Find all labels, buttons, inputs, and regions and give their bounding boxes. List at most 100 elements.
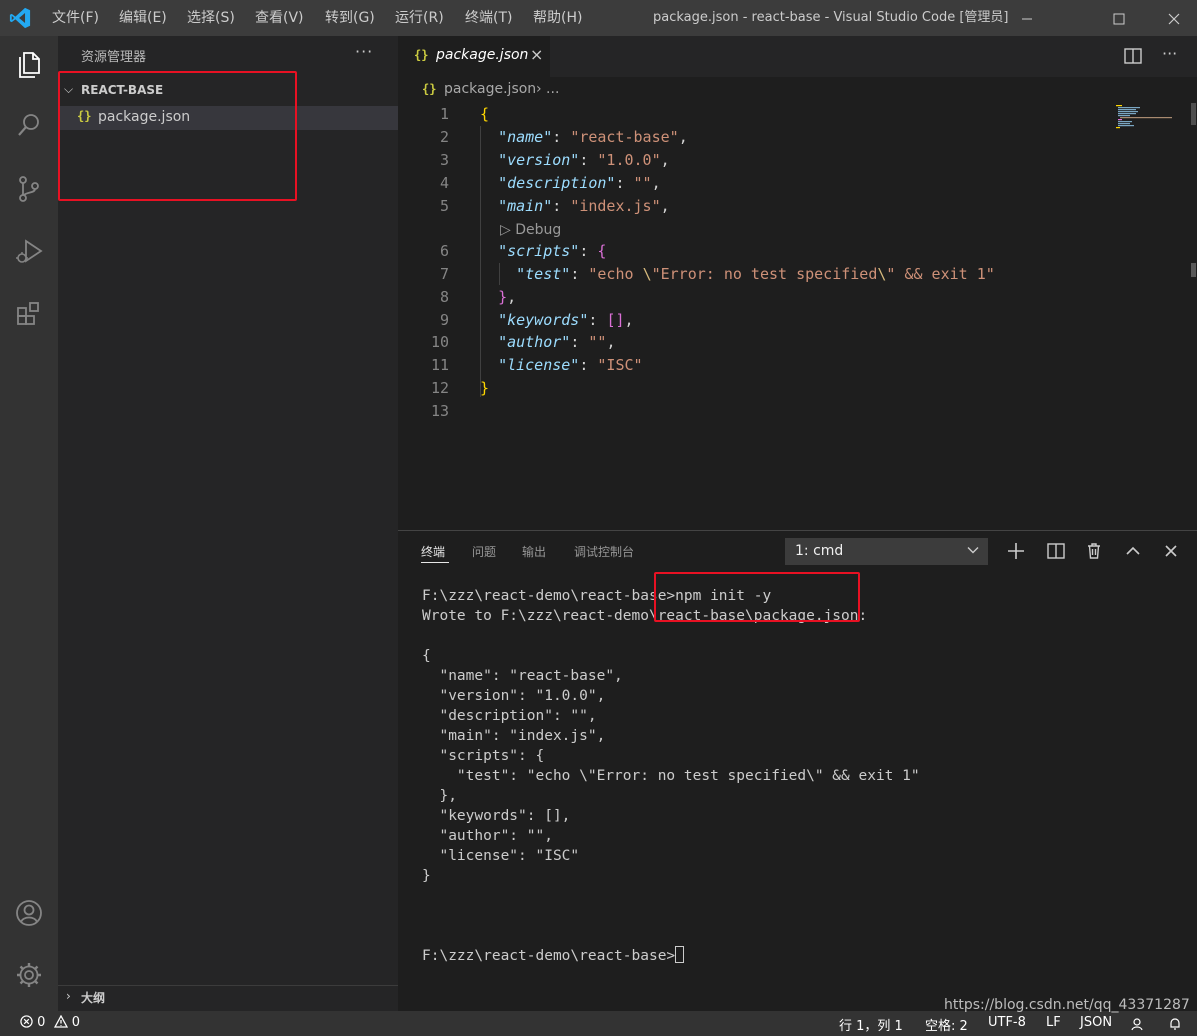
code-line: "test": "echo \"Error: no test specified…	[516, 265, 995, 283]
activity-manage[interactable]	[0, 950, 58, 1000]
notifications-icon[interactable]	[1168, 1017, 1182, 1031]
close-window-button[interactable]	[1151, 0, 1197, 36]
line-number: 3	[439, 151, 449, 169]
activity-accounts[interactable]	[0, 888, 58, 938]
line-number: 13	[430, 402, 449, 420]
code-editor[interactable]: 1 2 3 4 5 6 7 8 9 10 11 12 13 { "name": …	[398, 103, 1197, 530]
menu-view[interactable]: 查看(V)	[255, 0, 304, 36]
tab-terminal[interactable]: 终端	[421, 543, 445, 560]
code-line: "keywords": [],	[498, 311, 634, 329]
kill-terminal-button[interactable]	[1083, 540, 1105, 562]
breadcrumb: {} package.json › ...	[398, 77, 1197, 103]
chevron-down-icon	[967, 547, 979, 554]
error-count: 0	[37, 1015, 46, 1030]
explorer-title: 资源管理器	[81, 50, 147, 65]
search-icon	[18, 114, 39, 136]
active-tab-indicator	[421, 562, 449, 563]
activity-explorer[interactable]	[0, 39, 58, 89]
line-number: 8	[439, 288, 449, 306]
plus-icon	[1008, 543, 1024, 559]
files-icon	[19, 52, 40, 78]
codelens-debug[interactable]: ▷ Debug	[500, 222, 561, 238]
activity-bar	[0, 36, 58, 1011]
split-terminal-button[interactable]	[1045, 540, 1067, 562]
activity-run-debug[interactable]	[0, 226, 58, 276]
menu-run[interactable]: 运行(R)	[395, 0, 444, 36]
highlight-box-command	[654, 572, 860, 622]
editor-tab-bar: {} package.json × ···	[398, 36, 1197, 77]
explorer-more-button[interactable]: ···	[355, 42, 373, 61]
code-line: "license": "ISC"	[498, 356, 643, 374]
run-debug-icon	[16, 239, 43, 263]
menu-go[interactable]: 转到(G)	[325, 0, 375, 36]
close-icon	[1168, 13, 1180, 24]
menu-edit[interactable]: 编辑(E)	[119, 0, 167, 36]
gear-icon	[17, 963, 41, 987]
activity-extensions[interactable]	[0, 289, 58, 339]
line-number: 4	[439, 174, 449, 192]
maximize-button[interactable]	[1096, 0, 1142, 36]
terminal-output[interactable]: F:\zzz\react-demo\react-base>npm init -y…	[422, 586, 1192, 966]
menu-selection[interactable]: 选择(S)	[187, 0, 235, 36]
extensions-icon	[17, 302, 39, 325]
activity-source-control[interactable]	[0, 164, 58, 214]
title-bar: 文件(F) 编辑(E) 选择(S) 查看(V) 转到(G) 运行(R) 终端(T…	[0, 0, 1197, 36]
menu-file[interactable]: 文件(F)	[52, 0, 99, 36]
encoding-status[interactable]: UTF-8	[988, 1015, 1026, 1030]
language-status[interactable]: JSON	[1080, 1015, 1112, 1030]
tab-problems[interactable]: 问题	[472, 543, 496, 560]
breadcrumb-rest[interactable]: › ...	[536, 81, 559, 97]
new-terminal-button[interactable]	[1005, 540, 1027, 562]
menu-terminal[interactable]: 终端(T)	[465, 0, 512, 36]
tab-package-json[interactable]: {} package.json ×	[398, 36, 550, 77]
minimap[interactable]	[1116, 105, 1176, 129]
tab-output[interactable]: 输出	[522, 543, 546, 560]
code-line: "scripts": {	[498, 242, 607, 260]
tab-label: package.json	[436, 47, 529, 63]
maximize-icon	[1113, 13, 1125, 24]
outline-section-header[interactable]: › 大纲	[58, 985, 398, 1007]
code-line: },	[498, 288, 517, 306]
breadcrumb-file[interactable]: package.json	[444, 81, 536, 97]
line-number: 7	[439, 265, 449, 283]
line-number: 2	[439, 128, 449, 146]
outline-label: 大纲	[81, 991, 106, 1005]
line-number: 12	[430, 379, 449, 397]
split-icon	[1047, 543, 1065, 559]
menu-help[interactable]: 帮助(H)	[533, 0, 582, 36]
editor-more-button[interactable]: ···	[1162, 44, 1177, 63]
chevron-up-icon	[1126, 546, 1140, 555]
terminal-select[interactable]: 1: cmd	[785, 538, 988, 565]
split-editor-icon[interactable]	[1123, 46, 1143, 66]
maximize-panel-button[interactable]	[1122, 540, 1144, 562]
activity-search[interactable]	[0, 100, 58, 150]
code-line: "name": "react-base",	[498, 128, 688, 146]
minimize-icon	[1022, 18, 1032, 19]
source-control-icon	[19, 176, 39, 202]
json-file-icon: {}	[422, 82, 437, 96]
code-line: "author": "",	[498, 333, 616, 351]
code-line: }	[480, 379, 490, 397]
minimize-button[interactable]	[1004, 0, 1050, 36]
scrollbar-thumb[interactable]	[1191, 103, 1196, 125]
trash-icon	[1088, 543, 1100, 559]
warning-icon	[53, 1014, 68, 1028]
status-bar: 0 0 行 1，列 1 空格: 2 UTF-8 LF JSON	[0, 1011, 1197, 1036]
close-panel-button[interactable]	[1160, 540, 1182, 562]
watermark-text: https://blog.csdn.net/qq_43371287	[944, 997, 1190, 1013]
line-number: 9	[439, 311, 449, 329]
feedback-icon[interactable]	[1130, 1017, 1144, 1031]
editor-scrollbar[interactable]	[1190, 103, 1197, 530]
eol-status[interactable]: LF	[1046, 1015, 1061, 1030]
highlight-box-explorer	[58, 71, 297, 201]
tab-debug-console[interactable]: 调试控制台	[574, 543, 634, 560]
tab-close-button[interactable]: ×	[530, 45, 543, 64]
error-icon	[20, 1015, 33, 1028]
line-number: 6	[439, 242, 449, 260]
errors-status[interactable]: 0 0	[20, 1014, 80, 1030]
cursor-position[interactable]: 行 1，列 1	[839, 1015, 903, 1034]
indentation-status[interactable]: 空格: 2	[925, 1015, 968, 1034]
vscode-logo-icon	[9, 7, 31, 29]
code-line: {	[480, 105, 490, 123]
line-number: 11	[430, 356, 449, 374]
